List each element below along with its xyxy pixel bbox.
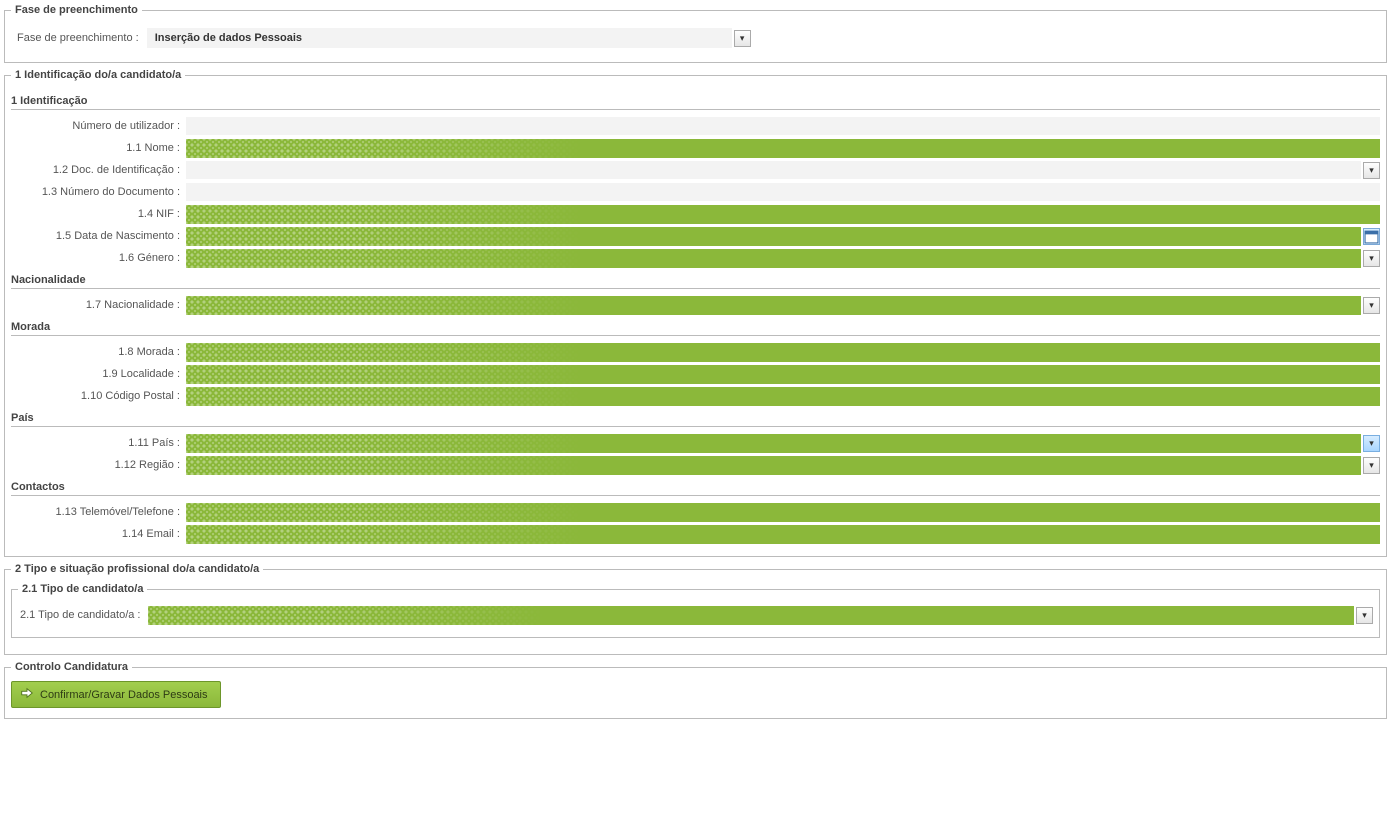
label-doc-id: 1.2 Doc. de Identificação : xyxy=(11,164,186,176)
label-country: 1.11 País : xyxy=(11,437,186,449)
country-select[interactable] xyxy=(186,434,1361,453)
gender-select[interactable] xyxy=(186,249,1361,268)
dob-input[interactable] xyxy=(186,227,1361,246)
postal-input[interactable] xyxy=(186,387,1380,406)
gender-dropdown-button[interactable]: ▾ xyxy=(1363,250,1380,267)
label-locality: 1.9 Localidade : xyxy=(11,368,186,380)
section2-legend: 2 Tipo e situação profissional do/a cand… xyxy=(11,563,263,575)
confirm-save-label: Confirmar/Gravar Dados Pessoais xyxy=(40,689,208,701)
row-country: 1.11 País : ▾ xyxy=(11,433,1380,453)
phase-fieldset: Fase de preenchimento Fase de preenchime… xyxy=(4,4,1387,63)
label-name: 1.1 Nome : xyxy=(11,142,186,154)
label-gender: 1.6 Género : xyxy=(11,252,186,264)
country-dropdown-button[interactable]: ▾ xyxy=(1363,435,1380,452)
phone-input[interactable] xyxy=(186,503,1380,522)
name-input[interactable] xyxy=(186,139,1380,158)
email-input[interactable] xyxy=(186,525,1380,544)
subsection-country: País xyxy=(11,410,1380,427)
label-nif: 1.4 NIF : xyxy=(11,208,186,220)
confirm-save-button[interactable]: Confirmar/Gravar Dados Pessoais xyxy=(11,681,221,708)
row-doc-num: 1.3 Número do Documento : xyxy=(11,182,1380,202)
label-candidate-type: 2.1 Tipo de candidato/a : xyxy=(18,609,148,621)
row-locality: 1.9 Localidade : xyxy=(11,364,1380,384)
subsection-nationality: Nacionalidade xyxy=(11,272,1380,289)
label-region: 1.12 Região : xyxy=(11,459,186,471)
subsection-address: Morada xyxy=(11,319,1380,336)
phase-dropdown-button[interactable]: ▾ xyxy=(734,30,751,47)
row-nationality: 1.7 Nacionalidade : ▾ xyxy=(11,295,1380,315)
arrow-right-icon xyxy=(20,686,34,703)
doc-num-field xyxy=(186,183,1380,201)
doc-id-field xyxy=(186,161,1361,179)
subsection-candidate-type: 2.1 Tipo de candidato/a 2.1 Tipo de cand… xyxy=(11,583,1380,638)
row-phone: 1.13 Telemóvel/Telefone : xyxy=(11,502,1380,522)
label-street: 1.8 Morada : xyxy=(11,346,186,358)
doc-id-dropdown-button[interactable]: ▾ xyxy=(1363,162,1380,179)
label-postal: 1.10 Código Postal : xyxy=(11,390,186,402)
candidate-type-select[interactable] xyxy=(148,606,1354,625)
row-nif: 1.4 NIF : xyxy=(11,204,1380,224)
region-select[interactable] xyxy=(186,456,1361,475)
phase-legend: Fase de preenchimento xyxy=(11,4,142,16)
calendar-icon[interactable] xyxy=(1363,228,1380,245)
phase-value-display: Inserção de dados Pessoais xyxy=(147,28,732,48)
label-phone: 1.13 Telemóvel/Telefone : xyxy=(11,506,186,518)
user-number-field xyxy=(186,117,1380,135)
row-user-number: Número de utilizador : xyxy=(11,116,1380,136)
nationality-dropdown-button[interactable]: ▾ xyxy=(1363,297,1380,314)
candidate-type-legend: 2.1 Tipo de candidato/a xyxy=(18,583,147,595)
section-control: Controlo Candidatura Confirmar/Gravar Da… xyxy=(4,661,1387,719)
row-candidate-type: 2.1 Tipo de candidato/a : ▾ xyxy=(18,605,1373,625)
label-email: 1.14 Email : xyxy=(11,528,186,540)
row-doc-id: 1.2 Doc. de Identificação : ▾ xyxy=(11,160,1380,180)
subsection-identification: 1 Identificação xyxy=(11,93,1380,110)
label-nationality: 1.7 Nacionalidade : xyxy=(11,299,186,311)
row-street: 1.8 Morada : xyxy=(11,342,1380,362)
candidate-type-dropdown-button[interactable]: ▾ xyxy=(1356,607,1373,624)
section-identification: 1 Identificação do/a candidato/a 1 Ident… xyxy=(4,69,1387,557)
section1-legend: 1 Identificação do/a candidato/a xyxy=(11,69,185,81)
phase-label: Fase de preenchimento : xyxy=(13,32,147,44)
street-input[interactable] xyxy=(186,343,1380,362)
row-postal: 1.10 Código Postal : xyxy=(11,386,1380,406)
control-legend: Controlo Candidatura xyxy=(11,661,132,673)
section-professional: 2 Tipo e situação profissional do/a cand… xyxy=(4,563,1387,655)
subsection-contacts: Contactos xyxy=(11,479,1380,496)
row-gender: 1.6 Género : ▾ xyxy=(11,248,1380,268)
label-user-number: Número de utilizador : xyxy=(11,120,186,132)
region-dropdown-button[interactable]: ▾ xyxy=(1363,457,1380,474)
row-dob: 1.5 Data de Nascimento : xyxy=(11,226,1380,246)
label-dob: 1.5 Data de Nascimento : xyxy=(11,230,186,242)
row-name: 1.1 Nome : xyxy=(11,138,1380,158)
locality-input[interactable] xyxy=(186,365,1380,384)
label-doc-num: 1.3 Número do Documento : xyxy=(11,186,186,198)
row-region: 1.12 Região : ▾ xyxy=(11,455,1380,475)
phase-row: Fase de preenchimento : Inserção de dado… xyxy=(11,24,1380,52)
nif-input[interactable] xyxy=(186,205,1380,224)
nationality-select[interactable] xyxy=(186,296,1361,315)
row-email: 1.14 Email : xyxy=(11,524,1380,544)
